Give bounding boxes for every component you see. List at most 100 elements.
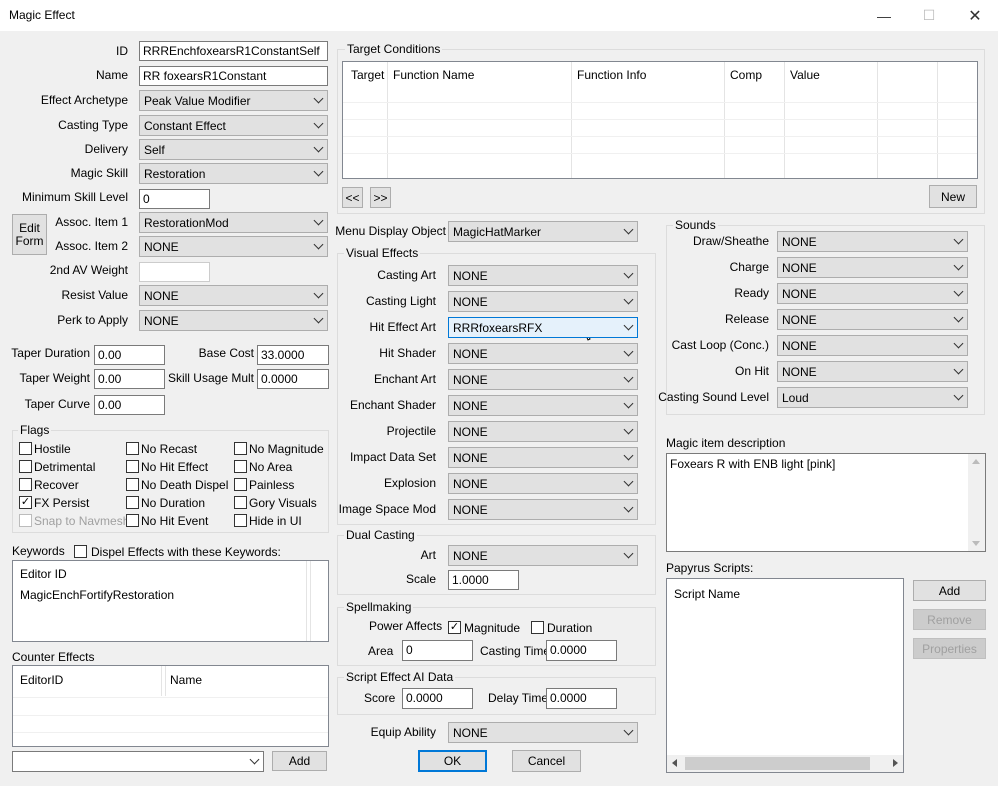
prev-page-button[interactable]: << — [342, 187, 363, 208]
scroll-left-icon[interactable] — [672, 759, 677, 767]
sound-cast-loop-conc--dropdown[interactable]: NONE — [777, 335, 968, 356]
vfx-enchant-shader-dropdown[interactable]: NONE — [448, 395, 638, 416]
cancel-button[interactable]: Cancel — [512, 750, 581, 772]
papyrus-remove-button[interactable]: Remove — [913, 609, 986, 630]
flag-no-death-dispel-checkbox[interactable] — [126, 478, 139, 491]
vfx-projectile-dropdown[interactable]: NONE — [448, 421, 638, 442]
keywords-list[interactable]: Editor ID MagicEnchFortifyRestoration — [12, 560, 329, 642]
scroll-thumb[interactable] — [685, 757, 870, 770]
flag-no-hit-effect-checkbox[interactable] — [126, 460, 139, 473]
counter-effect-combo[interactable] — [12, 751, 264, 772]
taper-weight-input[interactable]: 0.00 — [94, 369, 165, 389]
target-conditions-table[interactable]: Target Function Name Function Info Comp … — [342, 61, 978, 179]
score-input[interactable]: 0.0000 — [402, 688, 473, 709]
id-label: ID — [116, 44, 128, 58]
scroll-right-icon[interactable] — [893, 759, 898, 767]
flag-hostile-checkbox[interactable] — [19, 442, 32, 455]
flag-detrimental-label: Detrimental — [34, 460, 96, 474]
list-item[interactable]: MagicEnchFortifyRestoration — [20, 588, 174, 602]
vfx-explosion-dropdown[interactable]: NONE — [448, 473, 638, 494]
close-button[interactable]: ✕ — [952, 0, 998, 31]
taper-curve-input[interactable]: 0.00 — [94, 395, 165, 415]
sound-ready-dropdown[interactable]: NONE — [777, 283, 968, 304]
sound-draw-sheathe-dropdown[interactable]: NONE — [777, 231, 968, 252]
vfx-enchant-art-dropdown[interactable]: NONE — [448, 369, 638, 390]
flag-no-hit-event-checkbox[interactable] — [126, 514, 139, 527]
base-cost-input[interactable]: 33.0000 — [257, 345, 329, 365]
assoc-item-2-dropdown[interactable]: NONE — [139, 236, 328, 257]
papyrus-add-button[interactable]: Add — [913, 580, 986, 601]
ok-button[interactable]: OK — [418, 750, 487, 772]
flag-snap-to-navmesh-checkbox[interactable] — [19, 514, 32, 527]
papyrus-properties-button[interactable]: Properties — [913, 638, 986, 659]
effect-archetype-dropdown[interactable]: Peak Value Modifier — [139, 90, 328, 111]
delivery-dropdown[interactable]: Self — [139, 139, 328, 160]
sound-charge-label: Charge — [729, 260, 769, 274]
name-input[interactable]: RR foxearsR1Constant — [139, 66, 328, 86]
vfx-hit-shader-dropdown[interactable]: NONE — [448, 343, 638, 364]
chevron-down-icon — [623, 320, 634, 331]
area-input[interactable]: 0 — [402, 640, 473, 661]
papyrus-scripts-list[interactable]: Script Name — [666, 578, 904, 773]
flag-gory-visuals-checkbox[interactable] — [234, 496, 247, 509]
maximize-button[interactable]: ☐ — [906, 0, 952, 31]
id-input[interactable]: RRREnchfoxearsR1ConstantSelf — [139, 41, 328, 61]
assoc-item-1-dropdown[interactable]: RestorationMod — [139, 212, 328, 233]
flag-no-duration-checkbox[interactable] — [126, 496, 139, 509]
taper-duration-input[interactable]: 0.00 — [94, 345, 165, 365]
magnitude-checkbox[interactable]: ✓ — [448, 621, 461, 634]
flag-no-area-checkbox[interactable] — [234, 460, 247, 473]
equip-ability-dropdown[interactable]: NONE — [448, 722, 638, 743]
row-divider — [13, 697, 328, 698]
next-page-button[interactable]: >> — [370, 187, 391, 208]
sound-charge-dropdown[interactable]: NONE — [777, 257, 968, 278]
flag-hide-in-ui-checkbox[interactable] — [234, 514, 247, 527]
description-scrollbar[interactable] — [968, 454, 985, 551]
col-function-info: Function Info — [577, 68, 647, 82]
vfx-hit-effect-art-dropdown[interactable]: RRRfoxearsRFX — [448, 317, 638, 338]
flag-painless-checkbox[interactable] — [234, 478, 247, 491]
sound-charge-value: NONE — [782, 261, 817, 275]
resist-value-dropdown[interactable]: NONE — [139, 285, 328, 306]
flag-detrimental-checkbox[interactable] — [19, 460, 32, 473]
skill-usage-mult-input[interactable]: 0.0000 — [257, 369, 329, 389]
casting-time-input[interactable]: 0.0000 — [546, 640, 617, 661]
new-condition-button[interactable]: New — [929, 185, 977, 208]
flag-no-magnitude-checkbox[interactable] — [234, 442, 247, 455]
flag-fx-persist-checkbox[interactable]: ✓ — [19, 496, 32, 509]
dual-art-dropdown[interactable]: NONE — [448, 545, 638, 566]
vfx-casting-light-dropdown[interactable]: NONE — [448, 291, 638, 312]
counter-effects-list[interactable]: EditorID Name — [12, 665, 329, 747]
min-skill-input[interactable]: 0 — [139, 189, 210, 209]
sound-release-dropdown[interactable]: NONE — [777, 309, 968, 330]
scroll-down-icon[interactable] — [972, 541, 980, 546]
vfx-impact-data-set-dropdown[interactable]: NONE — [448, 447, 638, 468]
delay-time-input[interactable]: 0.0000 — [546, 688, 617, 709]
papyrus-hscrollbar[interactable] — [667, 755, 903, 772]
vfx-casting-art-dropdown[interactable]: NONE — [448, 265, 638, 286]
flag-recover-label: Recover — [34, 478, 79, 492]
2nd-av-weight-input[interactable] — [139, 262, 210, 282]
casting-type-dropdown[interactable]: Constant Effect — [139, 115, 328, 136]
counter-add-button[interactable]: Add — [272, 751, 327, 771]
duration-label: Duration — [547, 621, 593, 635]
flag-no-recast-checkbox[interactable] — [126, 442, 139, 455]
magic-item-description-textarea[interactable]: Foxears R with ENB light [pink] — [666, 453, 986, 552]
menu-display-object-dropdown[interactable]: MagicHatMarker — [448, 221, 638, 242]
magic-skill-dropdown[interactable]: Restoration — [139, 163, 328, 184]
dispel-keywords-checkbox[interactable] — [74, 545, 87, 558]
scroll-up-icon[interactable] — [972, 459, 980, 464]
chevron-down-icon — [953, 286, 964, 297]
taper-curve-label: Taper Curve — [24, 397, 90, 411]
area-label: Area — [368, 644, 394, 658]
edit-form-button[interactable]: Edit Form — [12, 214, 47, 255]
flag-recover-checkbox[interactable] — [19, 478, 32, 491]
sound-on-hit-dropdown[interactable]: NONE — [777, 361, 968, 382]
perk-to-apply-dropdown[interactable]: NONE — [139, 310, 328, 331]
casting-sound-level-dropdown[interactable]: Loud — [777, 387, 968, 408]
duration-checkbox[interactable] — [531, 621, 544, 634]
vfx-image-space-mod-dropdown[interactable]: NONE — [448, 499, 638, 520]
dual-scale-input[interactable]: 1.0000 — [448, 570, 519, 590]
resist-value-label: Resist Value — [61, 288, 128, 302]
minimize-button[interactable]: — — [861, 0, 907, 31]
